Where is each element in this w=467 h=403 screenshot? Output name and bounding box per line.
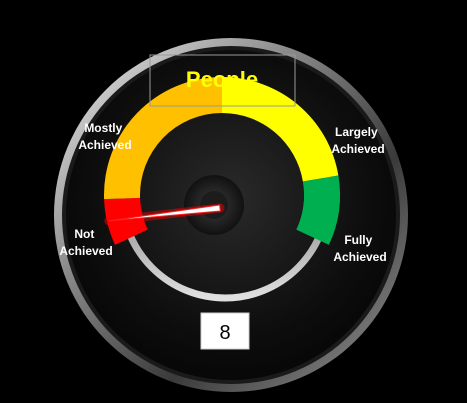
gauge-title: People: [186, 67, 258, 92]
label-not-line1: Not: [74, 227, 94, 241]
label-not-line2: Achieved: [59, 244, 112, 258]
gauge-value: 8: [219, 322, 230, 344]
gauge-frame: People Mostly Achieved Largely Achieved …: [0, 0, 467, 403]
gauge-chart: People Mostly Achieved Largely Achieved …: [0, 0, 467, 403]
label-fully-line1: Fully: [344, 233, 372, 247]
label-fully-line2: Achieved: [333, 250, 386, 264]
label-mostly-line2: Achieved: [78, 138, 131, 152]
label-largely-line2: Achieved: [331, 142, 384, 156]
label-largely-line1: Largely: [335, 125, 378, 139]
label-mostly-line1: Mostly: [84, 121, 122, 135]
